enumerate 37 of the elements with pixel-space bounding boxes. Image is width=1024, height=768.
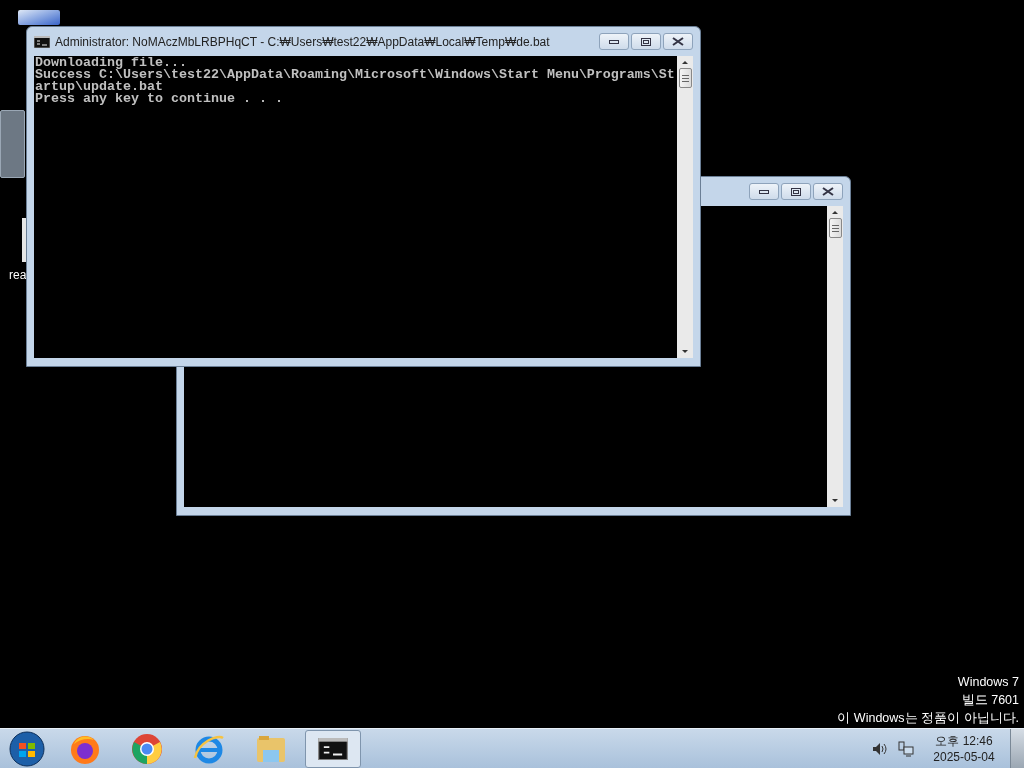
maximize-button[interactable] — [631, 33, 661, 50]
console-line: Downloading file... — [35, 57, 187, 69]
activation-notice: 빌드 7601 — [961, 692, 1019, 709]
desktop-icon[interactable] — [18, 10, 60, 25]
clock-time[interactable]: 오후 12:46 — [935, 732, 993, 749]
clock-date[interactable]: 2025-05-04 — [933, 748, 995, 765]
maximize-icon — [641, 37, 651, 46]
console-line: artup\update.bat — [35, 81, 163, 93]
speaker-icon[interactable] — [872, 741, 888, 756]
scroll-thumb[interactable] — [828, 218, 842, 238]
scrollbar[interactable] — [827, 206, 843, 507]
network-icon[interactable] — [898, 740, 914, 757]
start-button[interactable] — [7, 729, 47, 768]
close-button[interactable] — [663, 33, 693, 50]
minimize-button[interactable] — [599, 33, 629, 50]
console-icon — [318, 737, 348, 760]
scrollbar[interactable] — [677, 56, 693, 358]
close-icon — [672, 37, 684, 46]
maximize-icon — [791, 187, 801, 196]
show-desktop-button[interactable] — [1010, 728, 1024, 768]
activation-notice: Windows 7 — [957, 674, 1019, 691]
console-icon — [34, 35, 50, 48]
close-icon — [822, 187, 834, 196]
chrome-logo-icon — [130, 731, 164, 766]
maximize-button[interactable] — [781, 183, 811, 200]
close-button[interactable] — [813, 183, 843, 200]
console-line: Success C:\Users\test22\AppData\Roaming\Microsoft\Windows\Start Menu\Programs\St — [35, 69, 676, 81]
activation-notice: 이 Windows는 정품이 아닙니다. — [837, 710, 1019, 727]
window-title: Administrator: NoMAczMbLRBPHqCT - C:₩Users₩test22₩AppData₩Local₩Temp₩de.bat — [55, 33, 550, 51]
console-line: Press any key to continue . . . — [35, 93, 284, 105]
minimize-icon — [759, 189, 769, 194]
taskbar-app[interactable] — [305, 729, 361, 768]
minimize-button[interactable] — [749, 183, 779, 200]
scroll-thumb[interactable] — [678, 68, 692, 88]
minimize-icon — [609, 39, 619, 44]
desktop-icon-label[interactable]: rea — [9, 266, 27, 284]
windows-orb-icon — [9, 730, 45, 767]
